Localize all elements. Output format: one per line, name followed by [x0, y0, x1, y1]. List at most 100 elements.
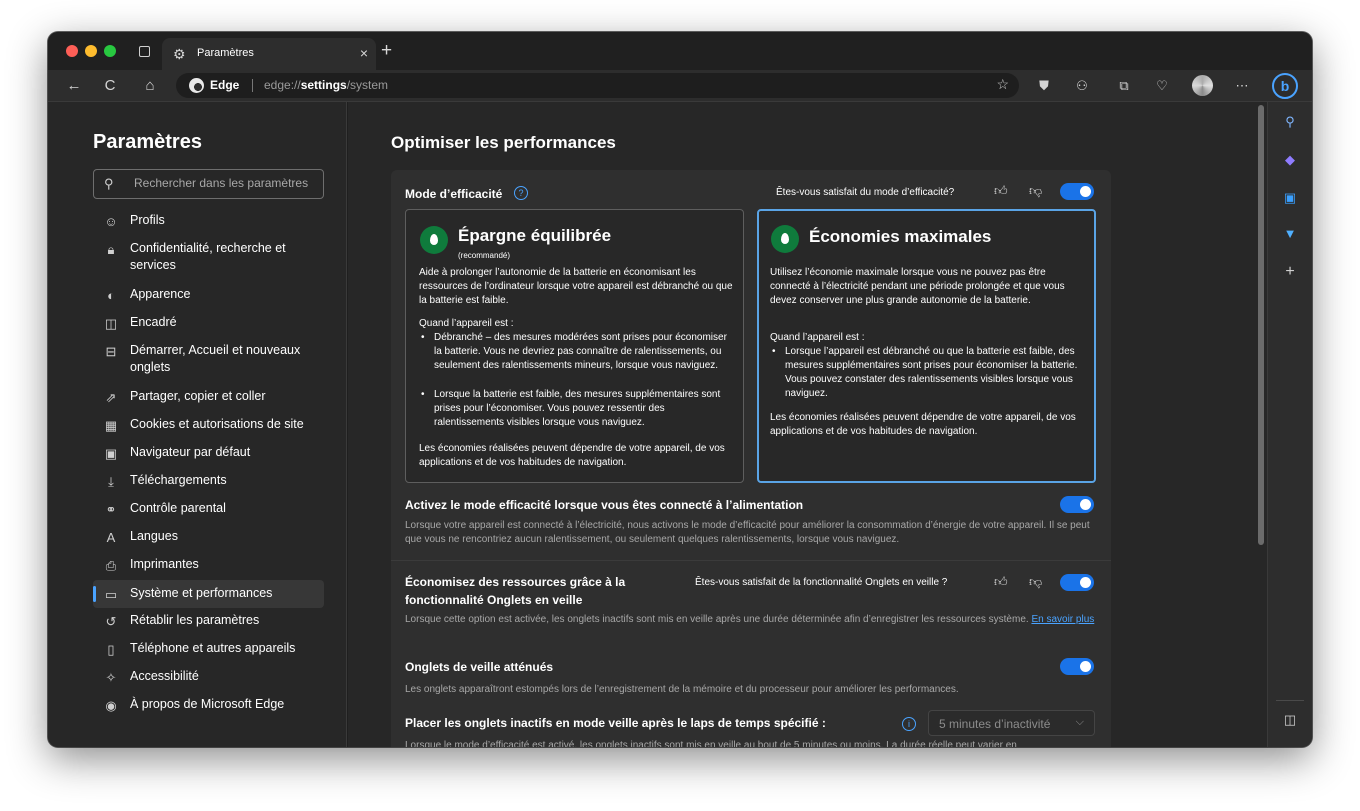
sidebar-item-apparence[interactable]: ◐ Apparence [93, 286, 324, 308]
share-icon: ⇗ [105, 390, 117, 405]
sidebar-item-telechargements[interactable]: ⤓ Téléchargements [93, 472, 324, 494]
tab-actions-icon[interactable] [139, 46, 150, 57]
profile-icon: ☺ [104, 214, 118, 229]
leaf-icon [420, 226, 448, 254]
sidebar-item-navigateur[interactable]: ▣ Navigateur par défaut [93, 444, 324, 466]
bing-copilot-icon[interactable]: b [1272, 73, 1298, 99]
faded-tabs-title: Onglets de veille atténués [405, 660, 554, 674]
sidebar-item-encadre[interactable]: ◫ Encadré [93, 314, 324, 336]
sidebar-item-label: Rétablir les paramètres [130, 613, 260, 627]
address-bar[interactable]: Edge edge://settings/system ☆ [176, 73, 1019, 98]
edge-logo-icon [189, 78, 204, 93]
gear-icon: ⚙ [173, 46, 186, 62]
sidebar-item-demarrer[interactable]: ⊟ Démarrer, Accueil et nouveaux onglets [93, 342, 324, 382]
sidebar-item-label: Cookies et autorisations de site [130, 417, 304, 431]
sidebar-item-label: Téléphone et autres appareils [130, 641, 296, 655]
plus-icon[interactable]: + [1280, 262, 1300, 282]
card-when: Quand l’appareil est : [419, 318, 514, 329]
close-window-button[interactable] [66, 45, 78, 57]
sleeping-tabs-title-line1: Économisez des ressources grâce à la [405, 575, 626, 589]
edge-sidebar: ⚲ ◆ ▣ ▼ + ◫ ⚙ [1267, 102, 1312, 747]
sidebar-item-controle-parental[interactable]: ⚭ Contrôle parental [93, 500, 324, 522]
new-tab-button[interactable]: + [381, 40, 392, 62]
sidebar-item-langues[interactable]: A Langues [93, 528, 324, 550]
back-icon[interactable]: ← [62, 74, 86, 98]
zoom-window-button[interactable] [104, 45, 116, 57]
toolbar: ← C ⌂ Edge edge://settings/system ☆ ⛊ ⚇ … [48, 70, 1312, 102]
minimize-window-button[interactable] [85, 45, 97, 57]
info-icon[interactable]: i [902, 717, 916, 731]
cookies-icon: ▦ [104, 418, 118, 433]
inactive-tabs-title: Placer les onglets inactifs en mode veil… [405, 716, 826, 730]
drop-icon[interactable]: ▼ [1280, 224, 1300, 244]
main-scrollbar[interactable] [1255, 102, 1267, 747]
info-icon[interactable]: ? [514, 186, 528, 200]
efficiency-title: Mode d’efficacité [405, 187, 503, 201]
sidebar-item-cookies[interactable]: ▦ Cookies et autorisations de site [93, 416, 324, 438]
laptop-icon: ▭ [104, 587, 118, 602]
sleeping-tabs-toggle[interactable] [1060, 574, 1094, 591]
tab-settings[interactable]: ⚙ Paramètres × [162, 38, 376, 70]
refresh-icon[interactable]: C [98, 74, 122, 98]
power-mode-toggle[interactable] [1060, 496, 1094, 513]
sidebar-item-label: Confidentialité, recherche et services [130, 241, 286, 272]
sleeping-tabs-title-line2: fonctionnalité Onglets en veille [405, 593, 583, 607]
sidebar-item-telephone[interactable]: ▯ Téléphone et autres appareils [93, 640, 324, 662]
sidebar-separator [1276, 700, 1304, 701]
outlook-icon[interactable]: ▣ [1280, 188, 1300, 208]
extensions-icon[interactable]: ⚇ [1072, 76, 1092, 96]
inactive-timeout-select[interactable]: 5 minutes d’inactivité ⌵ [928, 710, 1095, 736]
sidebar-item-label: Accessibilité [130, 669, 199, 683]
search-input[interactable] [132, 175, 320, 191]
printer-icon: ⎙ [105, 558, 117, 573]
divider [391, 560, 1111, 561]
thumbs-down-icon[interactable]: 👎︎ [1029, 574, 1042, 590]
sidebar-icon: ◫ [104, 316, 118, 331]
more-icon[interactable]: ⋯ [1232, 76, 1252, 96]
tab-close-icon[interactable]: × [360, 45, 368, 61]
language-icon: A [106, 530, 116, 545]
sidebar-item-systeme[interactable]: ▭ Système et performances [93, 580, 324, 608]
sleeping-tabs-feedback-question: Êtes-vous satisfait de la fonctionnalité… [695, 577, 948, 588]
thumbs-up-icon[interactable]: 👍︎ [994, 183, 1008, 199]
add-favorite-icon[interactable]: ☆ [996, 76, 1009, 93]
balanced-savings-card[interactable]: Épargne équilibrée (recommandé) Aide à p… [405, 209, 744, 483]
reset-icon: ↺ [105, 614, 117, 629]
faded-tabs-desc: Les onglets apparaîtront estompés lors d… [405, 684, 959, 695]
sidebar-item-a-propos[interactable]: ◉ À propos de Microsoft Edge [93, 696, 324, 718]
shield-extension-icon[interactable]: ⛊ [1034, 76, 1054, 96]
sidebar-item-imprimantes[interactable]: ⎙ Imprimantes [93, 556, 324, 578]
faded-tabs-toggle[interactable] [1060, 658, 1094, 675]
browser-essentials-icon[interactable]: ♡ [1152, 76, 1172, 96]
thumbs-down-icon[interactable]: 👎︎ [1029, 183, 1042, 199]
tag-icon[interactable]: ◆ [1280, 150, 1300, 170]
scrollbar-thumb[interactable] [1258, 105, 1264, 545]
profile-avatar[interactable] [1192, 75, 1213, 96]
nav-title: Paramètres [93, 131, 202, 153]
sidebar-item-confidentialite[interactable]: 🔒︎ Confidentialité, recherche et service… [93, 240, 324, 280]
inactive-tabs-desc: Lorsque le mode d’efficacité est activé,… [405, 740, 1017, 747]
collections-icon[interactable]: ⧉ [1114, 76, 1134, 96]
maximum-savings-card[interactable]: Économies maximales Utilisez l’économie … [757, 209, 1096, 483]
address-brand: Edge [210, 78, 240, 92]
address-separator [252, 79, 253, 92]
sidebar-item-partager[interactable]: ⇗ Partager, copier et coller [93, 388, 324, 410]
efficiency-toggle[interactable] [1060, 183, 1094, 200]
sidebar-item-profils[interactable]: ☺ Profils [93, 212, 324, 234]
sidebar-item-accessibilite[interactable]: ✧ Accessibilité [93, 668, 324, 690]
card-footer: Les économies réalisées peuvent dépendre… [419, 443, 725, 468]
sidebar-item-label: Encadré [130, 315, 177, 329]
browser-window: ⚙ Paramètres × + ← C ⌂ Edge edge://setti… [48, 32, 1312, 747]
search-icon[interactable]: ⚲ [1280, 112, 1300, 132]
card-intro: Aide à prolonger l’autonomie de la batte… [419, 267, 733, 306]
split-screen-icon[interactable]: ◫ [1280, 710, 1300, 730]
tab-title: Paramètres [197, 47, 254, 59]
sidebar-item-retablir[interactable]: ↺ Rétablir les paramètres [93, 612, 324, 634]
thumbs-up-icon[interactable]: 👍︎ [994, 574, 1008, 590]
sleeping-tabs-desc: Lorsque cette option est activée, les on… [405, 613, 1095, 627]
settings-search[interactable]: ⚲ [93, 169, 324, 199]
learn-more-link[interactable]: En savoir plus [1031, 614, 1094, 625]
palette-icon: ◐ [107, 288, 115, 303]
settings-nav: Paramètres ⚲ ☺ Profils 🔒︎ Confidentialit… [48, 102, 347, 747]
home-icon[interactable]: ⌂ [138, 74, 162, 98]
